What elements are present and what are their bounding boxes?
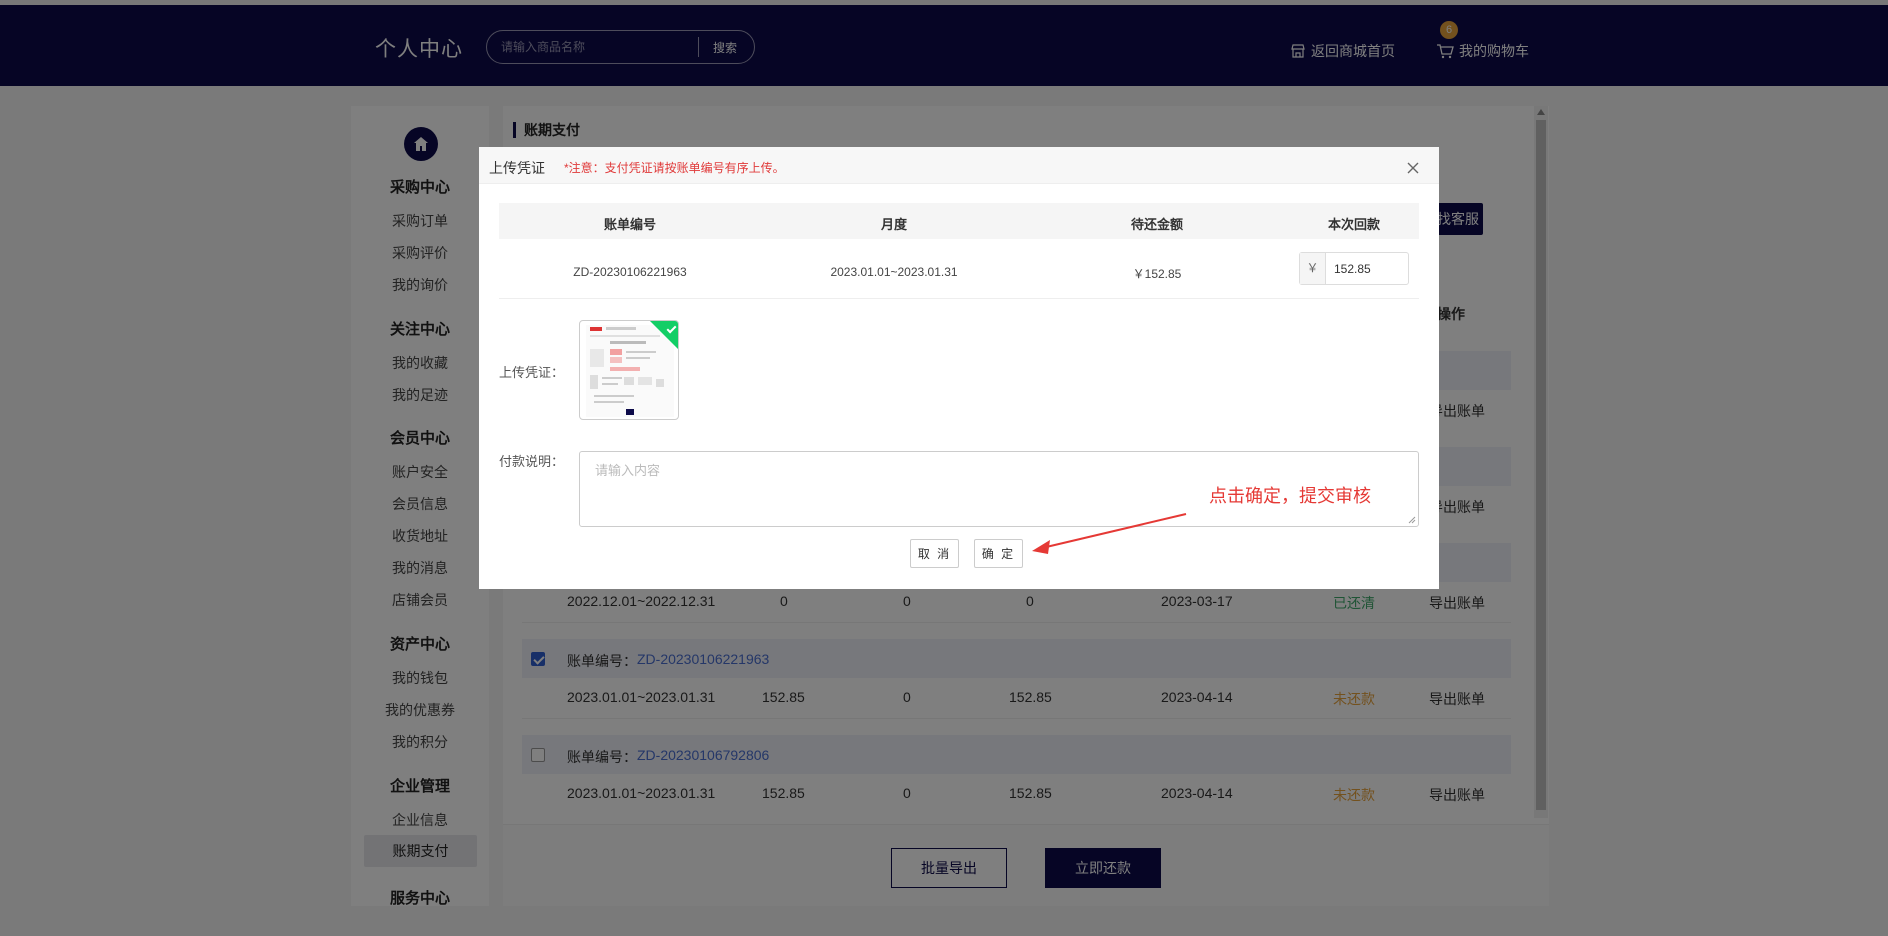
table-divider: [499, 298, 1419, 299]
resize-handle-icon[interactable]: [1408, 516, 1416, 524]
cancel-button[interactable]: 取 消: [910, 539, 959, 568]
dialog-pending-amount: ￥152.85: [1132, 267, 1182, 281]
dialog-title: 上传凭证: [489, 160, 545, 176]
annotation-arrow-icon: [1032, 513, 1187, 554]
remark-label: 付款说明：: [499, 454, 565, 469]
payment-amount-input[interactable]: [1334, 260, 1404, 278]
upload-voucher-dialog: 上传凭证 *注意：支付凭证请按账单编号有序上传。 账单编号 月度 待还金额 本次…: [479, 147, 1439, 589]
dialog-month: 2023.01.01~2023.01.31: [830, 265, 958, 279]
dialog-note: *注意：支付凭证请按账单编号有序上传。: [564, 161, 785, 175]
col-bill-no: 账单编号: [603, 217, 657, 232]
upload-label: 上传凭证：: [499, 365, 565, 380]
dialog-table-header: 账单编号 月度 待还金额 本次回款: [499, 203, 1419, 239]
col-payment: 本次回款: [1327, 217, 1381, 232]
annotation-text: 点击确定，提交审核: [1209, 486, 1371, 506]
payment-amount-field: ￥: [1299, 252, 1409, 285]
dialog-header: 上传凭证 *注意：支付凭证请按账单编号有序上传。: [479, 147, 1439, 184]
voucher-thumbnail[interactable]: [579, 320, 679, 420]
close-icon[interactable]: [1404, 159, 1422, 177]
dialog-bill-no: ZD-20230106221963: [573, 265, 687, 279]
currency-prefix: ￥: [1300, 253, 1326, 284]
col-month: 月度: [880, 217, 908, 232]
confirm-button[interactable]: 确 定: [974, 539, 1023, 568]
col-pending: 待还金额: [1130, 217, 1184, 232]
